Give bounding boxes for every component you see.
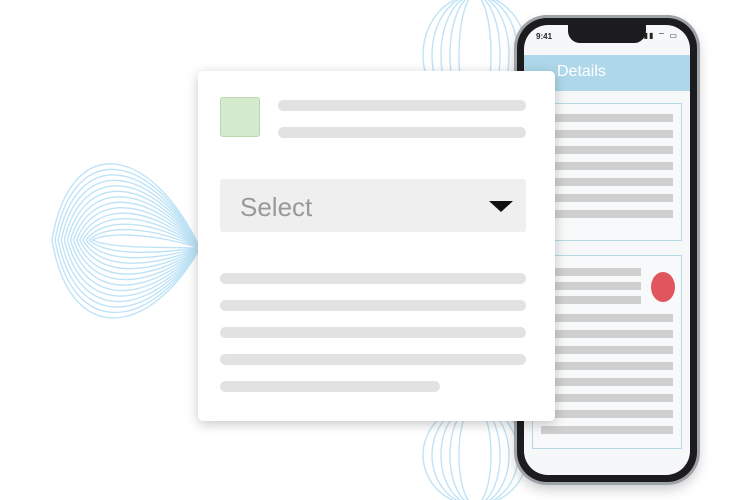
placeholder-line bbox=[541, 114, 673, 122]
placeholder-line bbox=[278, 127, 526, 138]
select-dropdown[interactable]: Select bbox=[220, 179, 526, 232]
status-icons: ▮▮ ⌔ ▭ bbox=[643, 31, 678, 40]
placeholder-line bbox=[541, 296, 641, 304]
placeholder-line bbox=[541, 210, 673, 218]
placeholder-line bbox=[541, 410, 673, 418]
placeholder-line bbox=[541, 362, 673, 370]
status-time: 9:41 bbox=[536, 32, 553, 41]
placeholder-line bbox=[541, 146, 673, 154]
phone-notch bbox=[568, 25, 646, 43]
details-title: Details bbox=[557, 63, 606, 80]
marker-dot bbox=[651, 272, 675, 302]
placeholder-line bbox=[220, 381, 440, 392]
placeholder-line bbox=[541, 346, 673, 354]
placeholder-line bbox=[220, 273, 526, 284]
placeholder-line bbox=[541, 314, 673, 322]
dropdown-arrow-icon bbox=[489, 201, 513, 212]
placeholder-line bbox=[541, 282, 641, 290]
placeholder-line bbox=[541, 426, 673, 434]
placeholder-line bbox=[541, 330, 673, 338]
select-value: Select bbox=[240, 192, 313, 222]
placeholder-line bbox=[541, 178, 673, 186]
placeholder-line bbox=[220, 327, 526, 338]
placeholder-line bbox=[541, 378, 673, 386]
placeholder-line bbox=[541, 194, 673, 202]
placeholder-line bbox=[220, 300, 526, 311]
thumbnail-image bbox=[220, 97, 260, 137]
placeholder-line bbox=[541, 394, 673, 402]
placeholder-line bbox=[220, 354, 526, 365]
placeholder-line bbox=[541, 130, 673, 138]
placeholder-line bbox=[278, 100, 526, 111]
placeholder-line bbox=[541, 162, 673, 170]
placeholder-line bbox=[541, 268, 641, 276]
form-card: Select bbox=[198, 71, 555, 421]
